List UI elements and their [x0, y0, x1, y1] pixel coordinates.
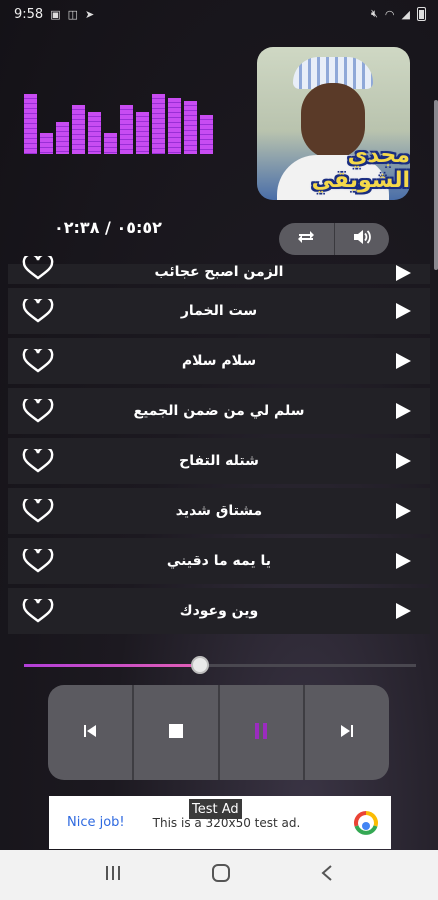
song-list: الزمن اصبح عجائب ست الخمار سلام سلام سلم لي…: [8, 256, 430, 638]
song-title: ست الخمار: [180, 303, 258, 319]
play-icon[interactable]: [394, 552, 412, 570]
ad-text: This is a 320x50 test ad.: [152, 815, 301, 830]
play-icon[interactable]: [394, 302, 412, 320]
pause-icon: [254, 722, 268, 743]
player-options: [279, 223, 389, 255]
song-title: مشتاق شديد: [175, 503, 263, 519]
favorite-heart-icon[interactable]: [22, 349, 54, 373]
song-list-item[interactable]: ست الخمار: [8, 288, 430, 334]
song-list-item[interactable]: سلم لي من ضمن الجميع: [8, 388, 430, 434]
play-icon[interactable]: [394, 602, 412, 620]
song-list-item[interactable]: شتله التفاح: [8, 438, 430, 484]
seek-bar[interactable]: [24, 656, 416, 674]
image-icon: ▣: [50, 7, 61, 21]
play-icon[interactable]: [394, 452, 412, 470]
repeat-icon: [297, 229, 315, 249]
song-list-item[interactable]: وين وعودك: [8, 588, 430, 634]
pause-button[interactable]: [217, 685, 304, 780]
song-title: وين وعودك: [179, 603, 259, 619]
ad-logo-icon: [353, 810, 379, 836]
play-icon[interactable]: [394, 352, 412, 370]
list-scrollbar[interactable]: [434, 100, 438, 270]
time-display: ٠٥:٥٢ / ٠٢:٣٨: [54, 218, 162, 237]
equalizer-bar: [104, 133, 117, 154]
ad-nice-job: Nice job!: [67, 815, 125, 830]
song-title: يا يمه ما دقيني: [166, 553, 272, 569]
next-icon: [339, 723, 355, 742]
favorite-heart-icon[interactable]: [22, 299, 54, 323]
previous-button[interactable]: [48, 685, 132, 780]
album-art: مجدي الشويقي: [257, 47, 410, 200]
equalizer-bar: [152, 94, 165, 154]
equalizer-bar: [168, 98, 181, 154]
status-bar: 9:58 ▣ ◫ ➤ 🔇︎ ◠ ◢: [0, 0, 438, 28]
album-art-title: مجدي الشويقي: [311, 143, 410, 193]
transport-controls: [48, 685, 389, 780]
telegram-icon: ➤: [85, 7, 95, 21]
play-icon[interactable]: [394, 402, 412, 420]
song-list-item[interactable]: مشتاق شديد: [8, 488, 430, 534]
equalizer-bar: [72, 105, 85, 154]
ad-tooltip: Test Ad: [189, 799, 242, 819]
equalizer-bar: [88, 112, 101, 154]
wifi-icon: ◠: [384, 7, 395, 21]
stop-button[interactable]: [131, 685, 218, 780]
favorite-heart-icon[interactable]: [22, 399, 54, 423]
mute-icon: 🔇︎: [370, 7, 378, 20]
equalizer-bar: [24, 94, 37, 154]
favorite-heart-icon[interactable]: [22, 256, 54, 280]
equalizer-visualizer: [24, 84, 214, 154]
equalizer-bar: [136, 112, 149, 154]
volume-icon: [352, 228, 372, 250]
gallery-icon: ◫: [67, 7, 79, 21]
navigation-bar: [0, 850, 438, 900]
song-list-item[interactable]: يا يمه ما دقيني: [8, 538, 430, 584]
previous-icon: [82, 723, 98, 742]
status-time: 9:58: [14, 6, 44, 22]
signal-icon: ◢: [401, 7, 410, 21]
song-title: سلام سلام: [181, 353, 257, 369]
home-icon[interactable]: [211, 863, 231, 887]
seek-bar-fill: [24, 664, 200, 667]
song-list-item[interactable]: سلام سلام: [8, 338, 430, 384]
volume-button[interactable]: [333, 223, 390, 255]
equalizer-bar: [184, 101, 197, 154]
play-icon[interactable]: [394, 502, 412, 520]
favorite-heart-icon[interactable]: [22, 499, 54, 523]
next-button[interactable]: [303, 685, 389, 780]
recents-icon[interactable]: [104, 865, 122, 885]
favorite-heart-icon[interactable]: [22, 449, 54, 473]
favorite-heart-icon[interactable]: [22, 549, 54, 573]
favorite-heart-icon[interactable]: [22, 599, 54, 623]
song-list-item[interactable]: الزمن اصبح عجائب: [8, 256, 430, 284]
stop-icon: [168, 723, 183, 742]
play-icon[interactable]: [394, 264, 412, 282]
song-title: شتله التفاح: [179, 453, 259, 469]
equalizer-bar: [40, 133, 53, 154]
equalizer-bar: [56, 122, 69, 154]
seek-bar-thumb[interactable]: [191, 656, 209, 674]
repeat-button[interactable]: [279, 223, 334, 255]
back-icon[interactable]: [320, 864, 334, 886]
equalizer-bar: [200, 115, 213, 154]
song-title: الزمن اصبح عجائب: [154, 264, 284, 280]
battery-icon: [417, 7, 426, 21]
equalizer-bar: [120, 105, 133, 154]
song-title: سلم لي من ضمن الجميع: [133, 403, 305, 419]
